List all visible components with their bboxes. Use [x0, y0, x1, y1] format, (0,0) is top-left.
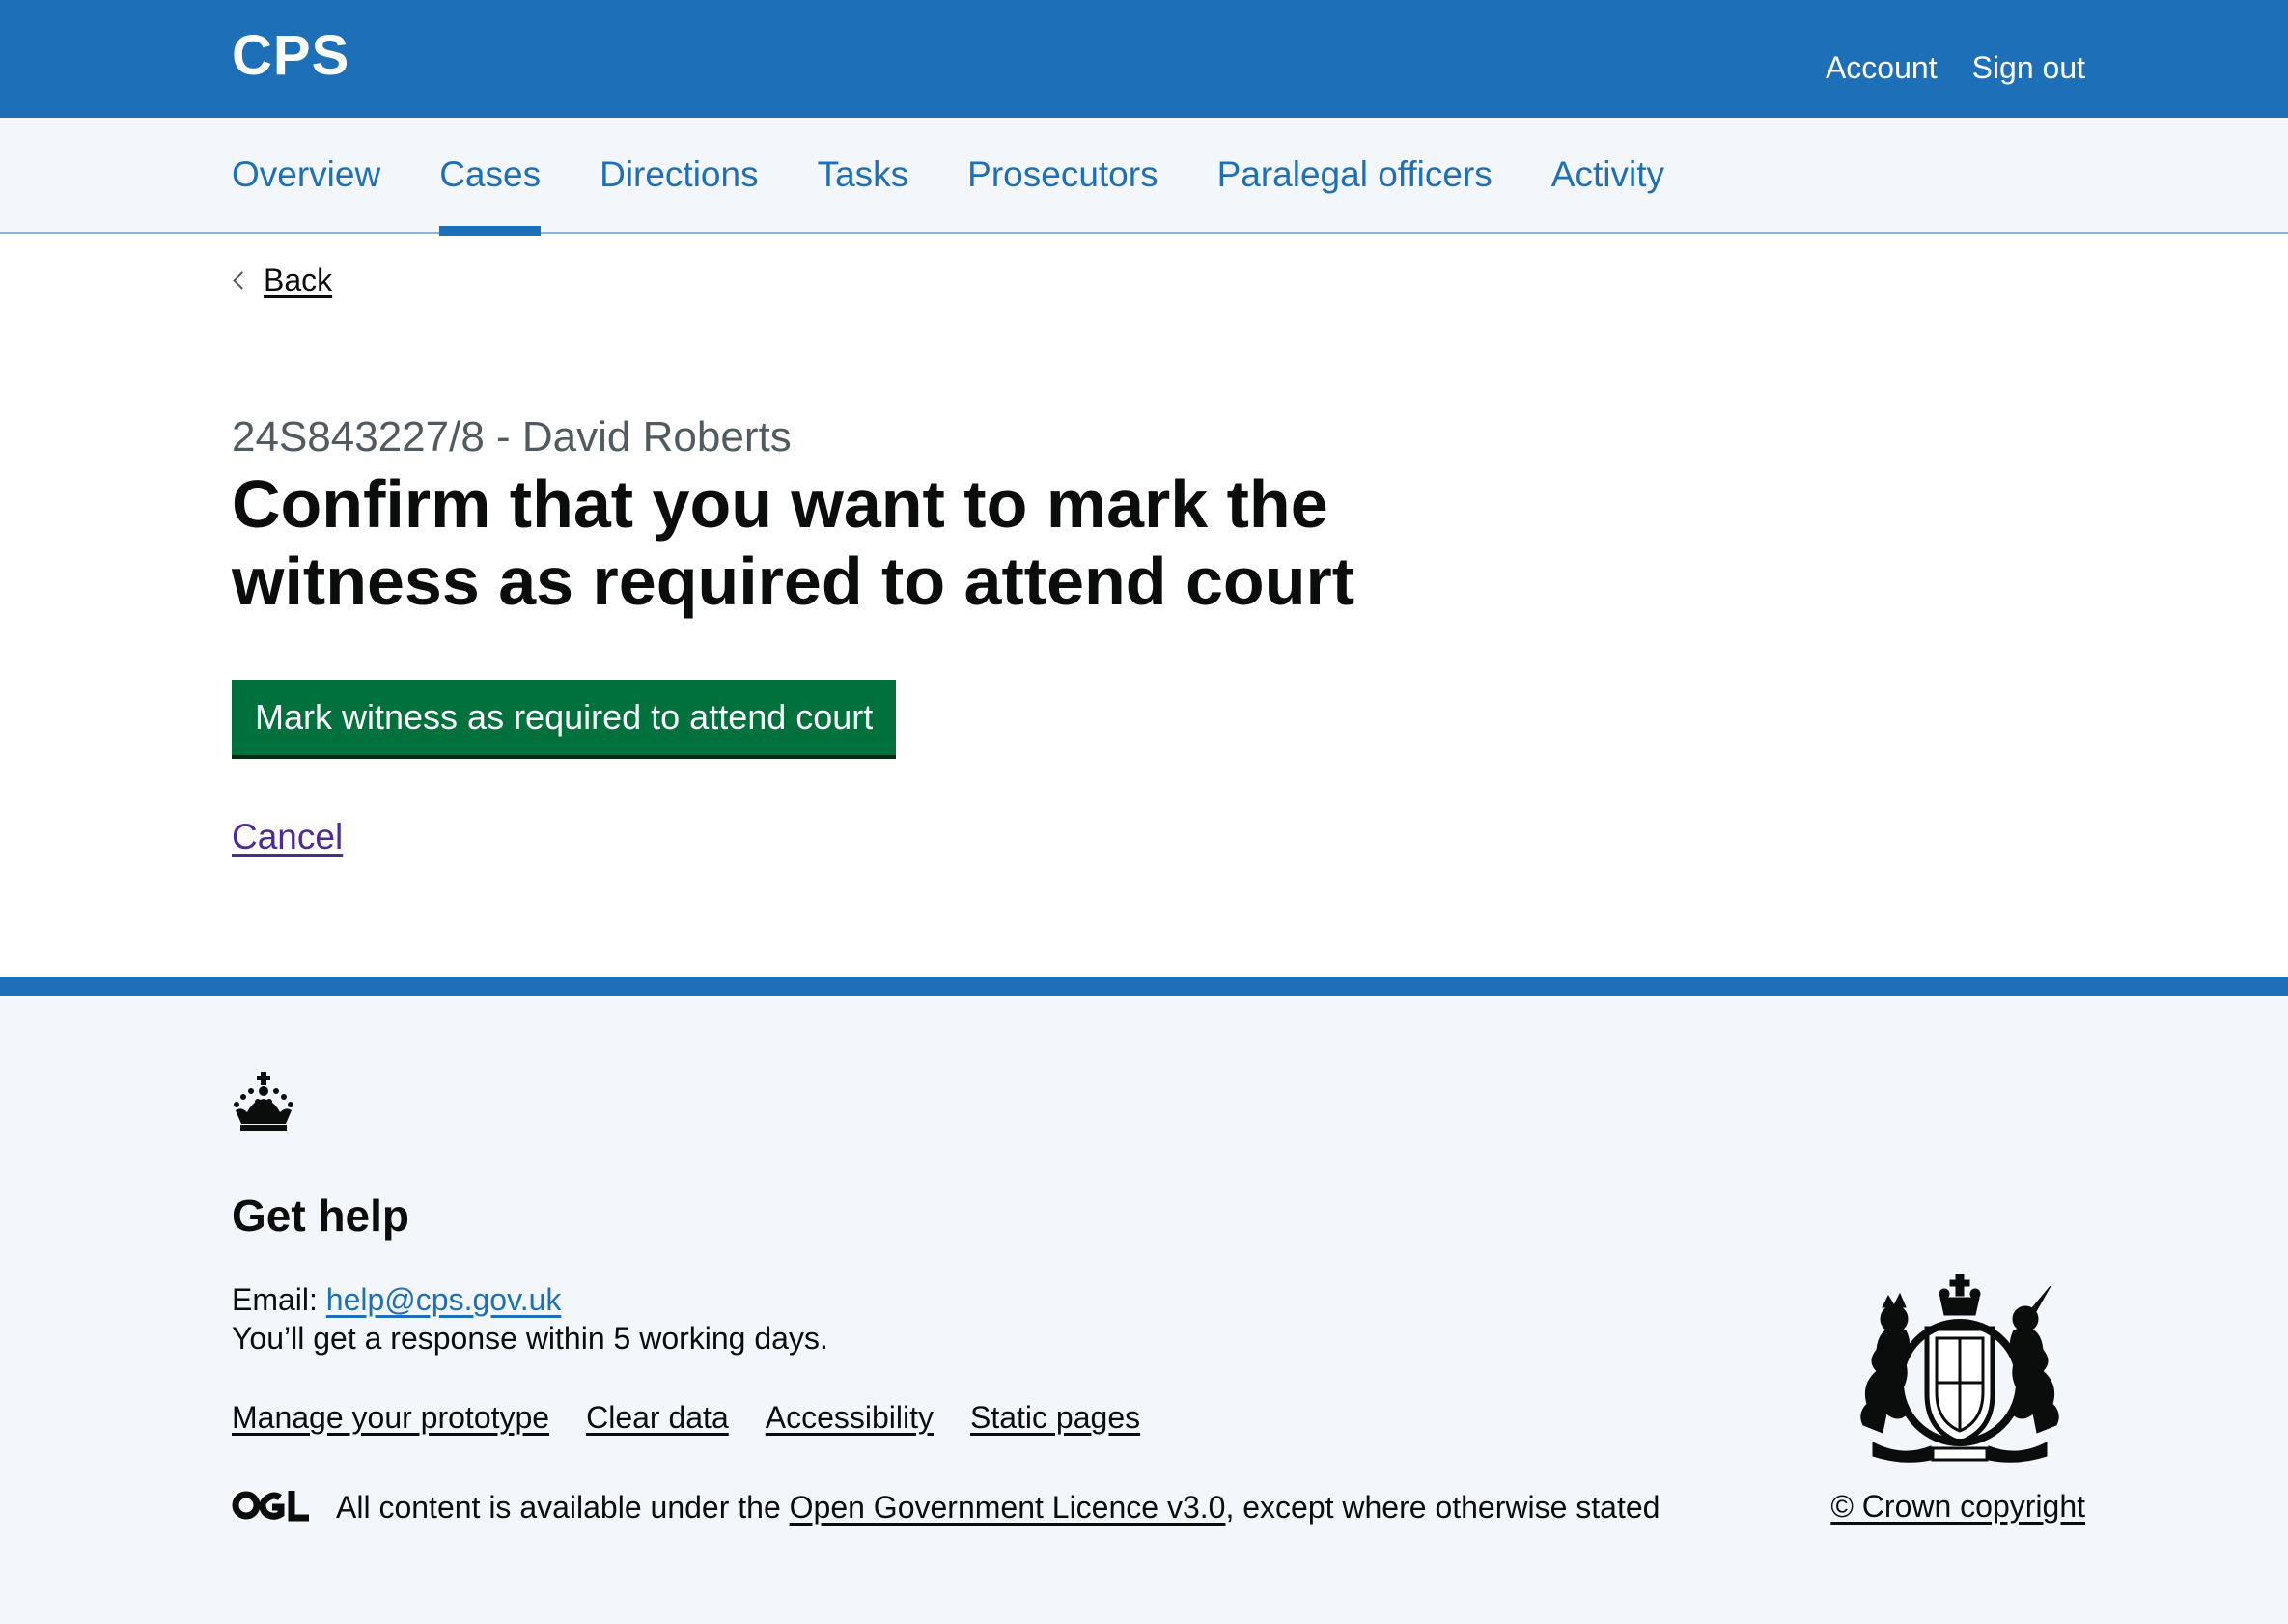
crown-icon — [232, 1072, 295, 1136]
site-header: CPS Account Sign out — [0, 0, 2288, 118]
mark-witness-required-button[interactable]: Mark witness as required to attend court — [232, 680, 897, 755]
nav-item-directions: Directions — [600, 118, 759, 234]
cps-logo[interactable]: CPS — [232, 23, 349, 88]
crown-copyright-link[interactable]: © Crown copyright — [1830, 1489, 2085, 1525]
nav-item-activity: Activity — [1551, 118, 1664, 234]
nav-link-tasks[interactable]: Tasks — [818, 118, 909, 195]
nav-link-directions[interactable]: Directions — [600, 118, 759, 195]
account-nav: Account Sign out — [1826, 50, 2085, 86]
sign-out-link[interactable]: Sign out — [1972, 50, 2085, 86]
nav-item-cases: Cases — [439, 118, 541, 236]
back-link[interactable]: Back — [264, 263, 332, 298]
get-help-heading: Get help — [232, 1190, 410, 1241]
nav-item-tasks: Tasks — [818, 118, 909, 234]
main-content: Back 24S843227/8 - David Roberts Confirm… — [0, 234, 2288, 977]
email-label: Email: — [232, 1282, 326, 1317]
accessibility-link[interactable]: Accessibility — [766, 1400, 934, 1436]
licence-row: All content is available under the Open … — [232, 1489, 1660, 1526]
static-pages-link[interactable]: Static pages — [970, 1400, 1140, 1436]
help-email-line: Email: help@cps.gov.uk — [232, 1282, 561, 1318]
nav-link-cases[interactable]: Cases — [439, 118, 541, 195]
ogl-licence-link[interactable]: Open Government Licence v3.0 — [790, 1490, 1226, 1525]
clear-data-link[interactable]: Clear data — [586, 1400, 729, 1436]
nav-item-prosecutors: Prosecutors — [967, 118, 1158, 234]
royal-coat-of-arms-icon — [1844, 1269, 2076, 1470]
nav-link-overview[interactable]: Overview — [232, 118, 380, 195]
cancel-link[interactable]: Cancel — [232, 817, 343, 857]
site-footer: Get help Email: help@cps.gov.uk You’ll g… — [0, 977, 2288, 1624]
nav-item-paralegal-officers: Paralegal officers — [1217, 118, 1493, 234]
nav-link-activity[interactable]: Activity — [1551, 118, 1664, 195]
response-time-text: You’ll get a response within 5 working d… — [232, 1321, 828, 1356]
case-caption: 24S843227/8 - David Roberts — [232, 413, 792, 461]
chevron-left-icon — [233, 271, 251, 290]
licence-prefix: All content is available under the — [336, 1490, 790, 1525]
page-title: Confirm that you want to mark the witnes… — [232, 466, 1354, 619]
footer-meta-links: Manage your prototype Clear data Accessi… — [232, 1400, 1140, 1436]
ogl-logo-icon — [232, 1489, 311, 1526]
service-navigation: Overview Cases Directions Tasks Prosecut… — [0, 118, 2288, 236]
account-link[interactable]: Account — [1826, 50, 1938, 86]
licence-text: All content is available under the Open … — [336, 1490, 1660, 1526]
back-link-wrapper: Back — [232, 263, 332, 298]
licence-suffix: , except where otherwise stated — [1225, 1490, 1660, 1525]
nav-link-paralegal-officers[interactable]: Paralegal officers — [1217, 118, 1493, 195]
help-email-link[interactable]: help@cps.gov.uk — [326, 1282, 562, 1317]
nav-item-overview: Overview — [232, 118, 380, 234]
manage-prototype-link[interactable]: Manage your prototype — [232, 1400, 549, 1436]
nav-link-prosecutors[interactable]: Prosecutors — [967, 118, 1158, 195]
